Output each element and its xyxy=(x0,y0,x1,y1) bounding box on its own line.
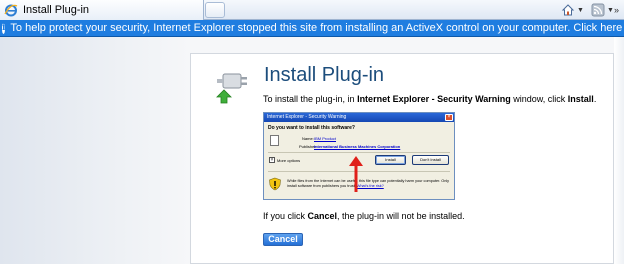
instruction-text: . xyxy=(593,94,597,104)
dialog-install-button: Install xyxy=(375,155,406,165)
dialog-name-value: IBM Product xyxy=(314,136,337,141)
new-tab-button[interactable] xyxy=(205,2,225,18)
cancel-note-text: , the plug-in will not be installed. xyxy=(337,211,465,221)
dialog-title: Internet Explorer - Security Warning xyxy=(267,114,347,120)
page-background-right xyxy=(614,37,624,264)
tab-bar: Install Plug-in ▼ ▼ » xyxy=(0,0,624,20)
dialog-question: Do you want to install this software? xyxy=(268,125,355,131)
more-tools-button[interactable]: » xyxy=(612,2,619,18)
cancel-note-text: If you click xyxy=(263,211,308,221)
info-icon: i xyxy=(2,22,6,34)
install-panel: Install Plug-in To install the plug-in, … xyxy=(190,53,614,264)
page-title: Install Plug-in xyxy=(264,64,385,86)
divider xyxy=(268,152,450,153)
dialog-publisher-value: International Business Machines Corporat… xyxy=(314,144,401,149)
home-button[interactable]: ▼ xyxy=(561,2,584,18)
close-icon: × xyxy=(445,114,453,121)
feed-icon xyxy=(591,3,605,17)
info-bar-text: To help protect your security, Internet … xyxy=(10,22,624,34)
cancel-button[interactable]: Cancel xyxy=(263,233,303,246)
info-bar[interactable]: i To help protect your security, Interne… xyxy=(0,20,624,37)
expand-icon: ˅ xyxy=(269,157,275,163)
dialog-title-bar: Internet Explorer - Security Warning × xyxy=(264,113,454,122)
plugin-icon xyxy=(216,73,247,104)
ie-logo-icon xyxy=(4,4,18,17)
shield-warning-icon xyxy=(269,177,281,191)
dialog-name-label: Name: xyxy=(302,136,314,141)
dialog-more-options: More options xyxy=(277,158,301,163)
cancel-note: If you click Cancel, the plug-in will no… xyxy=(263,211,465,221)
instruction-button-name: Install xyxy=(567,94,594,104)
feeds-button[interactable]: ▼ xyxy=(591,2,614,18)
tab-title: Install Plug-in xyxy=(23,4,90,16)
dialog-dont-install-button: Don't Install xyxy=(412,155,449,165)
red-arrow-icon xyxy=(349,156,363,192)
install-instruction: To install the plug-in, in Internet Expl… xyxy=(263,94,596,104)
chevron-right-icon: » xyxy=(614,5,620,15)
tab-install-plugin[interactable]: Install Plug-in xyxy=(0,0,204,20)
cancel-note-bold: Cancel xyxy=(307,211,338,221)
instruction-window-name: Internet Explorer - Security Warning xyxy=(357,94,511,104)
instruction-text: To install the plug-in, in xyxy=(263,94,358,104)
home-icon xyxy=(561,4,575,16)
document-icon xyxy=(270,135,279,146)
chevron-down-icon: ▼ xyxy=(577,6,584,14)
instruction-text: window, click xyxy=(510,94,568,104)
dialog-warning-text: While files from the Internet can be use… xyxy=(287,179,452,189)
